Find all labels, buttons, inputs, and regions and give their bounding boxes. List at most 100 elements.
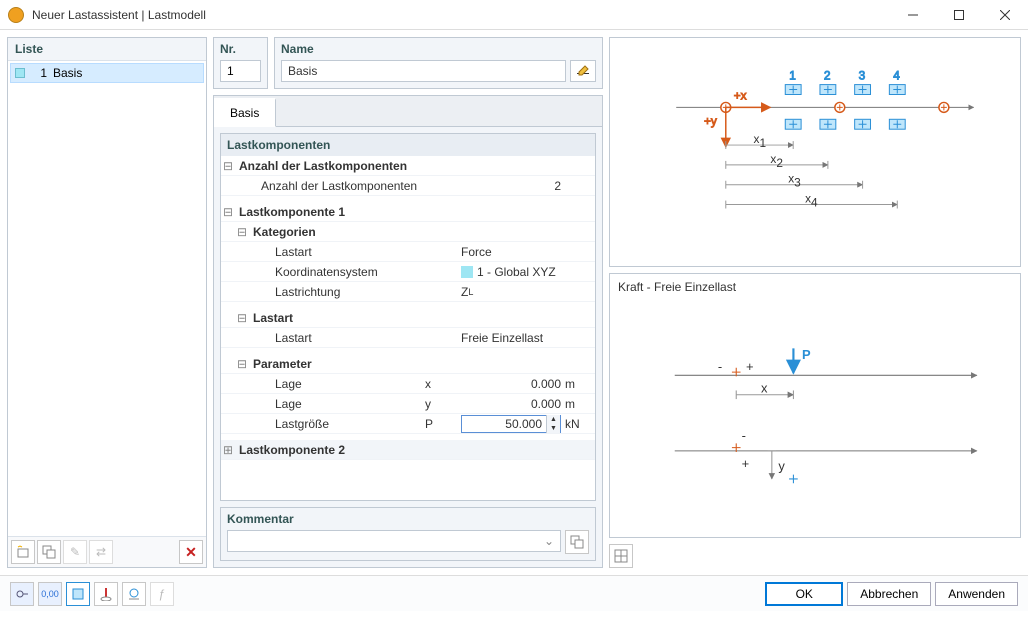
pencil-icon	[576, 64, 590, 78]
lastgroesse-value[interactable]: 50.000 ▲▼	[461, 415, 565, 433]
tree-row[interactable]: Lastrichtung ZL	[221, 282, 595, 302]
copy-icon	[570, 535, 584, 549]
lastart2-value[interactable]: Freie Einzellast	[461, 331, 565, 345]
parameter-label: Parameter	[249, 357, 425, 371]
lastgroesse-unit: kN	[565, 417, 589, 431]
svg-text:x3: x3	[788, 172, 801, 190]
lage-y-value[interactable]: 0.000	[461, 397, 565, 411]
coord-label: Koordinatensystem	[271, 265, 425, 279]
copy-item-button[interactable]	[37, 540, 61, 564]
name-box: Name Basis	[274, 37, 603, 89]
lage-x-unit: m	[565, 377, 589, 391]
tree-row[interactable]: Lastart Freie Einzellast	[221, 328, 595, 348]
footer-tool-4[interactable]	[94, 582, 118, 606]
tree-row[interactable]: ⊟ Anzahl der Lastkomponenten	[221, 156, 595, 176]
number-box: Nr. 1	[213, 37, 268, 89]
component1-label: Lastkomponente 1	[235, 205, 425, 219]
lastart-value[interactable]: Force	[461, 245, 565, 259]
svg-text:2: 2	[824, 69, 831, 83]
tree-row[interactable]: ⊟ Parameter	[221, 354, 595, 374]
comment-box: Kommentar ⌄	[220, 507, 596, 561]
tab-basis[interactable]: Basis	[214, 98, 276, 127]
footer-tool-2[interactable]: 0,00	[38, 582, 62, 606]
svg-text:x4: x4	[805, 192, 818, 210]
item-color-icon	[15, 68, 25, 78]
svg-text:x: x	[761, 381, 768, 396]
name-input[interactable]: Basis	[281, 60, 566, 82]
svg-text:+: +	[742, 456, 750, 471]
coord-value[interactable]: 1 - Global XYZ	[461, 265, 565, 279]
lage-y-unit: m	[565, 397, 589, 411]
categories-label: Kategorien	[249, 225, 425, 239]
count-group-label: Anzahl der Lastkomponenten	[235, 159, 425, 173]
delete-item-button[interactable]: ✕	[179, 540, 203, 564]
property-tree[interactable]: Lastkomponenten ⊟ Anzahl der Lastkompone…	[220, 133, 596, 501]
edit-name-button[interactable]	[570, 60, 596, 82]
svg-text:3: 3	[859, 69, 866, 83]
direction-label: Lastrichtung	[271, 285, 425, 299]
globe-icon	[127, 587, 141, 601]
tree-row[interactable]: ⊟ Lastkomponente 1	[221, 202, 595, 222]
title-bar: Neuer Lastassistent | Lastmodell	[0, 0, 1028, 30]
comment-library-button[interactable]	[565, 530, 589, 554]
lage-x-value[interactable]: 0.000	[461, 377, 565, 391]
maximize-button[interactable]	[936, 0, 982, 30]
tabs-area: Basis Lastkomponenten ⊟ Anzahl der Lastk…	[213, 95, 603, 568]
cancel-button[interactable]: Abbrechen	[847, 582, 931, 606]
svg-text:-: -	[718, 359, 722, 374]
svg-text:x2: x2	[770, 152, 783, 170]
list-item[interactable]: 1 Basis	[10, 63, 204, 83]
footer-tool-5[interactable]	[122, 582, 146, 606]
footer-bar: 0,00 ƒ OK Abbrechen Anwenden	[0, 575, 1028, 611]
right-toolbar	[609, 544, 1021, 568]
tree-row[interactable]: Lastgröße P 50.000 ▲▼ kN	[221, 414, 595, 434]
footer-tool-3[interactable]	[66, 582, 90, 606]
new-item-button[interactable]	[11, 540, 35, 564]
svg-text:+: +	[746, 359, 754, 374]
comment-label: Kommentar	[227, 512, 589, 526]
list-toolbar: ✎ ⇄ ✕	[8, 536, 206, 567]
close-button[interactable]	[982, 0, 1028, 30]
lastgroesse-label: Lastgröße	[271, 417, 425, 431]
svg-text:y: y	[778, 458, 785, 473]
lage-y-label: Lage	[271, 397, 425, 411]
diagram-top: +x +y 1 2 3 4	[609, 37, 1021, 267]
svg-text:4: 4	[893, 69, 900, 83]
tool-b-button[interactable]: ⇄	[89, 540, 113, 564]
tool-a-button[interactable]: ✎	[63, 540, 87, 564]
tab-bar: Basis	[214, 96, 602, 127]
diagram-bottom: Kraft - Freie Einzellast - + P x	[609, 273, 1021, 538]
dimensions-button[interactable]	[609, 544, 633, 568]
tree-row[interactable]: ⊟ Kategorien	[221, 222, 595, 242]
lastart-label: Lastart	[271, 245, 425, 259]
footer-tool-1[interactable]	[10, 582, 34, 606]
tree-row[interactable]: Lastart Force	[221, 242, 595, 262]
tree-row[interactable]: ⊞ Lastkomponente 2	[221, 440, 595, 460]
lastart2-label: Lastart	[271, 331, 425, 345]
window-title: Neuer Lastassistent | Lastmodell	[32, 8, 890, 22]
svg-text:1: 1	[789, 69, 796, 83]
footer-tool-6[interactable]: ƒ	[150, 582, 174, 606]
tree-row[interactable]: ⊟ Lastart	[221, 308, 595, 328]
tree-row[interactable]: Anzahl der Lastkomponenten 2	[221, 176, 595, 196]
spinner-arrows-icon[interactable]: ▲▼	[546, 415, 560, 433]
count-value[interactable]: 2	[461, 179, 565, 193]
minimize-button[interactable]	[890, 0, 936, 30]
diagram-subtitle: Kraft - Freie Einzellast	[610, 274, 1020, 300]
list-body[interactable]: 1 Basis	[8, 61, 206, 536]
number-value[interactable]: 1	[220, 60, 261, 82]
tree-row[interactable]: Koordinatensystem 1 - Global XYZ	[221, 262, 595, 282]
direction-value[interactable]: ZL	[461, 285, 565, 299]
item-label: Basis	[53, 66, 82, 80]
tree-row[interactable]: Lage x 0.000 m	[221, 374, 595, 394]
item-number: 1	[31, 66, 47, 80]
lage-x-symbol: x	[425, 377, 461, 391]
ok-button[interactable]: OK	[765, 582, 843, 606]
number-label: Nr.	[220, 42, 261, 56]
comment-select[interactable]: ⌄	[227, 530, 561, 552]
svg-text:P: P	[802, 347, 811, 362]
apply-button[interactable]: Anwenden	[935, 582, 1018, 606]
key-icon	[15, 587, 29, 601]
tree-row[interactable]: Lage y 0.000 m	[221, 394, 595, 414]
name-label: Name	[281, 42, 596, 56]
